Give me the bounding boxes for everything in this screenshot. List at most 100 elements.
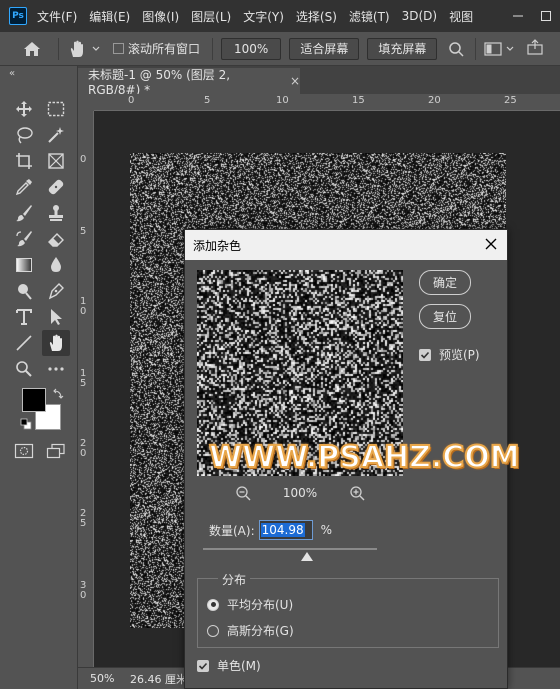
zoom-tool[interactable] (10, 356, 38, 382)
amount-row: 数量(A): 104.98 % (209, 520, 332, 540)
screen-mode-icon (46, 443, 65, 459)
close-icon[interactable] (483, 236, 499, 252)
hand-icon (49, 334, 62, 351)
document-tab[interactable]: 未标题-1 @ 50% (图层 2, RGB/8#) * × (78, 68, 300, 97)
menu-file[interactable]: 文件(F) (37, 8, 77, 25)
zoom-value-field[interactable]: 100% (221, 37, 282, 60)
tab-close-icon[interactable]: × (290, 74, 300, 88)
checkbox-box[interactable] (113, 43, 124, 54)
ruler-label: 5 (80, 226, 87, 237)
gradient-tool[interactable] (10, 252, 38, 278)
minimize-button[interactable] (504, 0, 532, 32)
frame-icon (48, 153, 64, 169)
amount-input[interactable]: 104.98 (258, 520, 313, 540)
pen-icon (48, 283, 64, 300)
healing-brush-tool[interactable] (42, 174, 70, 200)
magic-wand-tool[interactable] (42, 122, 70, 148)
monochromatic-label: 单色(M) (217, 659, 261, 673)
reset-button[interactable]: 复位 (419, 304, 471, 329)
type-tool[interactable] (10, 304, 38, 330)
hand-tool-preset[interactable] (67, 39, 101, 59)
move-tool[interactable] (10, 96, 38, 122)
brush-tool[interactable] (10, 200, 38, 226)
lasso-tool[interactable] (10, 122, 38, 148)
frame-tool[interactable] (42, 148, 70, 174)
magic-wand-icon (48, 127, 64, 143)
menu-filter[interactable]: 滤镜(T) (349, 8, 390, 25)
uniform-radio-option[interactable]: 平均分布(U) (207, 596, 293, 613)
ruler-label: 2 0 (80, 438, 87, 459)
checkbox-checked[interactable] (419, 348, 431, 361)
zoom-in-icon[interactable] (349, 485, 365, 501)
menu-view[interactable]: 视图 (449, 8, 473, 25)
panel-collapse-icon[interactable]: « (9, 68, 15, 79)
menu-image[interactable]: 图像(I) (142, 8, 179, 25)
document-tab-bar: 未标题-1 @ 50% (图层 2, RGB/8#) * × (78, 66, 560, 97)
share-button[interactable] (527, 39, 543, 58)
zoom-icon (16, 361, 32, 377)
search-button[interactable] (445, 38, 467, 60)
path-selection-tool[interactable] (42, 304, 70, 330)
ruler-origin[interactable] (78, 94, 94, 111)
amount-slider-track[interactable] (203, 548, 377, 550)
more-tools[interactable] (42, 356, 70, 382)
droplet-icon (51, 257, 61, 272)
clone-stamp-tool[interactable] (42, 200, 70, 226)
amount-value: 104.98 (260, 523, 305, 537)
ok-button[interactable]: 确定 (419, 270, 471, 295)
vertical-ruler[interactable]: 0 5 1 0 1 5 2 0 2 5 3 0 (78, 111, 94, 667)
status-zoom[interactable]: 50% (90, 672, 130, 685)
amount-slider-thumb[interactable] (301, 552, 314, 561)
monochromatic-checkbox[interactable]: 单色(M) (197, 657, 261, 674)
menu-layer[interactable]: 图层(L) (191, 8, 231, 25)
preview-checkbox[interactable]: 预览(P) (419, 346, 480, 363)
ruler-label: 5 (204, 95, 211, 106)
arrow-pointer-icon (51, 309, 62, 325)
ruler-label: 2 5 (80, 508, 87, 529)
distribution-label: 分布 (218, 571, 251, 588)
workspace-button[interactable] (484, 41, 515, 56)
amount-unit: % (320, 523, 333, 537)
pen-tool[interactable] (42, 278, 70, 304)
eyedropper-icon (15, 179, 32, 196)
quick-mask-button[interactable] (10, 438, 38, 464)
maximize-button[interactable] (532, 0, 560, 32)
uniform-radio[interactable] (207, 598, 219, 611)
dodge-tool[interactable] (10, 278, 38, 304)
ruler-label: 20 (428, 95, 441, 106)
foreground-color-swatch[interactable] (22, 388, 46, 412)
home-button[interactable] (14, 34, 50, 64)
history-brush-tool[interactable] (10, 226, 38, 252)
fit-screen-button[interactable]: 适合屏幕 (289, 37, 360, 60)
divider (475, 37, 477, 60)
default-colors-icon[interactable] (20, 418, 32, 430)
menu-type[interactable]: 文字(Y) (243, 8, 284, 25)
marquee-tool[interactable] (42, 96, 70, 122)
menu-3d[interactable]: 3D(D) (402, 9, 437, 23)
menu-select[interactable]: 选择(S) (296, 8, 337, 25)
gaussian-radio[interactable] (207, 624, 219, 637)
hand-tool[interactable] (42, 330, 70, 356)
uniform-label: 平均分布(U) (227, 598, 294, 612)
fill-screen-button[interactable]: 填充屏幕 (367, 37, 438, 60)
zoom-out-icon[interactable] (235, 485, 251, 501)
scroll-all-windows-checkbox[interactable]: 滚动所有窗口 (113, 40, 200, 57)
eraser-tool[interactable] (42, 226, 70, 252)
blur-tool[interactable] (42, 252, 70, 278)
gradient-icon (16, 258, 32, 272)
crop-tool[interactable] (10, 148, 38, 174)
eyedropper-tool[interactable] (10, 174, 38, 200)
history-brush-icon (16, 231, 32, 247)
horizontal-ruler[interactable]: 0 5 10 15 20 25 (94, 94, 560, 111)
photoshop-logo[interactable]: Ps (9, 7, 27, 25)
share-icon (527, 39, 543, 55)
swap-colors-icon[interactable] (52, 388, 64, 400)
tools-panel: « (0, 66, 78, 689)
checkbox-checked[interactable] (197, 659, 209, 672)
gaussian-radio-option[interactable]: 高斯分布(G) (207, 622, 294, 639)
screen-mode-button[interactable] (42, 438, 70, 464)
amount-label: 数量(A): (209, 523, 255, 538)
line-tool[interactable] (10, 330, 38, 356)
menu-edit[interactable]: 编辑(E) (89, 8, 130, 25)
ruler-label: 0 (80, 154, 87, 165)
